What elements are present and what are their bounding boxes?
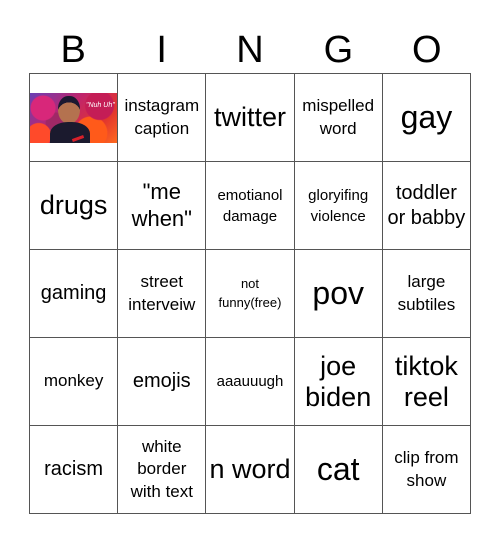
cell-text: tiktok reel bbox=[394, 351, 458, 412]
cell-text: aaauuugh bbox=[216, 373, 284, 390]
bingo-cell-r5c1[interactable]: racism bbox=[30, 426, 119, 514]
bingo-cell-r1c5[interactable]: gay bbox=[382, 74, 471, 162]
bingo-cell-r2c4[interactable]: gloryifing violence bbox=[294, 162, 383, 250]
bingo-cell-r4c4[interactable]: joe biden bbox=[294, 338, 383, 426]
cell-text: gloryifing violence bbox=[308, 186, 369, 225]
bingo-cell-r2c5[interactable]: toddler or babby bbox=[382, 162, 471, 250]
bingo-cell-r3c1[interactable]: gaming bbox=[30, 250, 119, 338]
bingo-cell-r3c4[interactable]: pov bbox=[294, 250, 383, 338]
cell-text: not funny(free) bbox=[218, 275, 282, 310]
cell-text: emojis bbox=[132, 370, 191, 393]
bingo-cell-r4c1[interactable]: monkey bbox=[30, 338, 119, 426]
bingo-header: B I N G O bbox=[29, 28, 471, 73]
bingo-cell-r3c3[interactable]: not funny(free) bbox=[206, 250, 295, 338]
cell-text: twitter bbox=[213, 102, 286, 133]
cell-text: drugs bbox=[39, 190, 108, 221]
cell-text: toddler or babby bbox=[387, 182, 466, 229]
bingo-cell-r5c5[interactable]: clip from show bbox=[382, 426, 471, 514]
bingo-cell-r2c1[interactable]: drugs bbox=[30, 162, 119, 250]
bingo-cell-r4c2[interactable]: emojis bbox=[118, 338, 207, 426]
cell-text: clip from show bbox=[394, 448, 459, 490]
cell-text: racism bbox=[44, 458, 104, 481]
cell-text: street interveiw bbox=[128, 272, 196, 314]
cell-text: "me when" bbox=[131, 179, 192, 231]
cell-text: gaming bbox=[40, 282, 107, 305]
header-letter-b: B bbox=[60, 29, 86, 71]
bingo-cell-r1c4[interactable]: mispelled word bbox=[294, 74, 383, 162]
cell-text: n word bbox=[209, 454, 291, 485]
header-letter-n: N bbox=[236, 29, 264, 71]
cell-text: instagram caption bbox=[124, 96, 200, 138]
cell-text: monkey bbox=[43, 371, 104, 391]
cell-text: joe biden bbox=[305, 351, 372, 412]
character-body-shape bbox=[50, 121, 90, 143]
cell-text: white border with text bbox=[130, 437, 193, 501]
header-letter-i: I bbox=[156, 29, 167, 71]
cell-text: mispelled word bbox=[302, 96, 375, 138]
cell-text: gay bbox=[400, 99, 453, 136]
bingo-cell-r5c4[interactable]: cat bbox=[294, 426, 383, 514]
bingo-cell-r2c2[interactable]: "me when" bbox=[118, 162, 207, 250]
bingo-cell-r5c3[interactable]: n word bbox=[206, 426, 295, 514]
meme-caption: "Nuh Uh" bbox=[86, 101, 115, 109]
header-letter-g: G bbox=[323, 29, 354, 71]
cell-text: pov bbox=[312, 275, 364, 312]
bingo-cell-r3c5[interactable]: large subtiles bbox=[382, 250, 471, 338]
bingo-cell-r4c5[interactable]: tiktok reel bbox=[382, 338, 471, 426]
bingo-cell-r1c3[interactable]: twitter bbox=[206, 74, 295, 162]
bingo-cell-r1c1[interactable]: "Nuh Uh" bbox=[30, 74, 119, 162]
cell-text: cat bbox=[316, 451, 360, 488]
bingo-cell-r3c2[interactable]: street interveiw bbox=[118, 250, 207, 338]
bingo-cell-r4c3[interactable]: aaauuugh bbox=[206, 338, 295, 426]
bingo-board: "Nuh Uh" instagram caption twitter mispe… bbox=[29, 73, 471, 514]
bingo-cell-r5c2[interactable]: white border with text bbox=[118, 426, 207, 514]
bingo-cell-r1c2[interactable]: instagram caption bbox=[118, 74, 207, 162]
header-letter-o: O bbox=[412, 29, 442, 71]
character-head-shape bbox=[58, 95, 80, 124]
cell-text: emotianol damage bbox=[217, 186, 283, 225]
cell-text: large subtiles bbox=[397, 272, 456, 314]
meme-image: "Nuh Uh" bbox=[30, 92, 118, 143]
bingo-cell-r2c3[interactable]: emotianol damage bbox=[206, 162, 295, 250]
